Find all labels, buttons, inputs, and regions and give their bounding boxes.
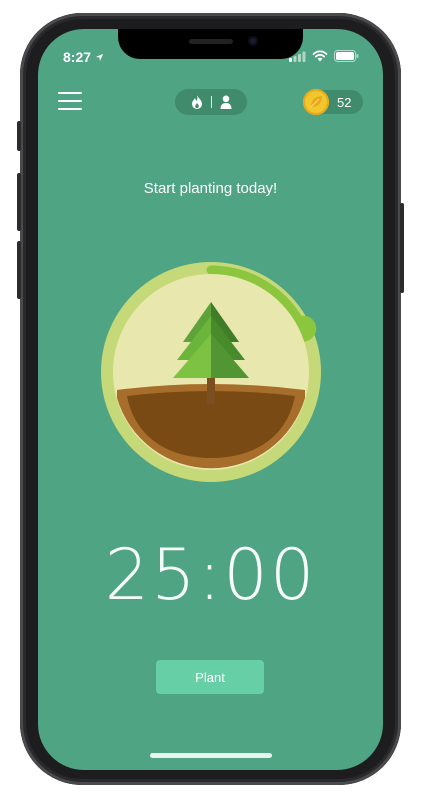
- tagline: Start planting today!: [143, 180, 278, 197]
- front-camera: [248, 36, 258, 46]
- clock-text: 8:27: [63, 49, 92, 65]
- coin-icon: [303, 89, 329, 115]
- flame-icon[interactable]: [191, 95, 203, 109]
- plant-button[interactable]: Plant: [156, 660, 264, 694]
- countdown-timer: 25:00: [104, 534, 317, 616]
- tree-illustration: [101, 262, 321, 482]
- hamburger-menu-icon[interactable]: [58, 92, 82, 110]
- notch: [118, 29, 303, 59]
- coin-balance[interactable]: 52: [303, 89, 363, 115]
- home-indicator[interactable]: [150, 753, 272, 758]
- leaf-icon: [310, 96, 322, 108]
- wifi-icon: [312, 50, 328, 62]
- toggle-divider: [210, 96, 212, 108]
- mode-toggle[interactable]: [175, 89, 247, 115]
- battery-icon: [334, 50, 359, 62]
- speaker: [189, 39, 233, 44]
- app-screen: 8:27 52 Start planting today! 25:00 Plan…: [38, 29, 383, 770]
- side-button: [400, 203, 404, 293]
- person-icon[interactable]: [220, 95, 232, 109]
- status-icons: [289, 50, 359, 62]
- mute-switch: [17, 121, 21, 151]
- volume-down-button: [17, 241, 21, 299]
- volume-up-button: [17, 173, 21, 231]
- status-time: 8:27: [63, 49, 104, 65]
- cellular-signal-icon: [289, 51, 306, 62]
- coin-count: 52: [337, 95, 352, 110]
- tree-progress-ring[interactable]: [101, 262, 321, 482]
- location-arrow-icon: [95, 53, 104, 61]
